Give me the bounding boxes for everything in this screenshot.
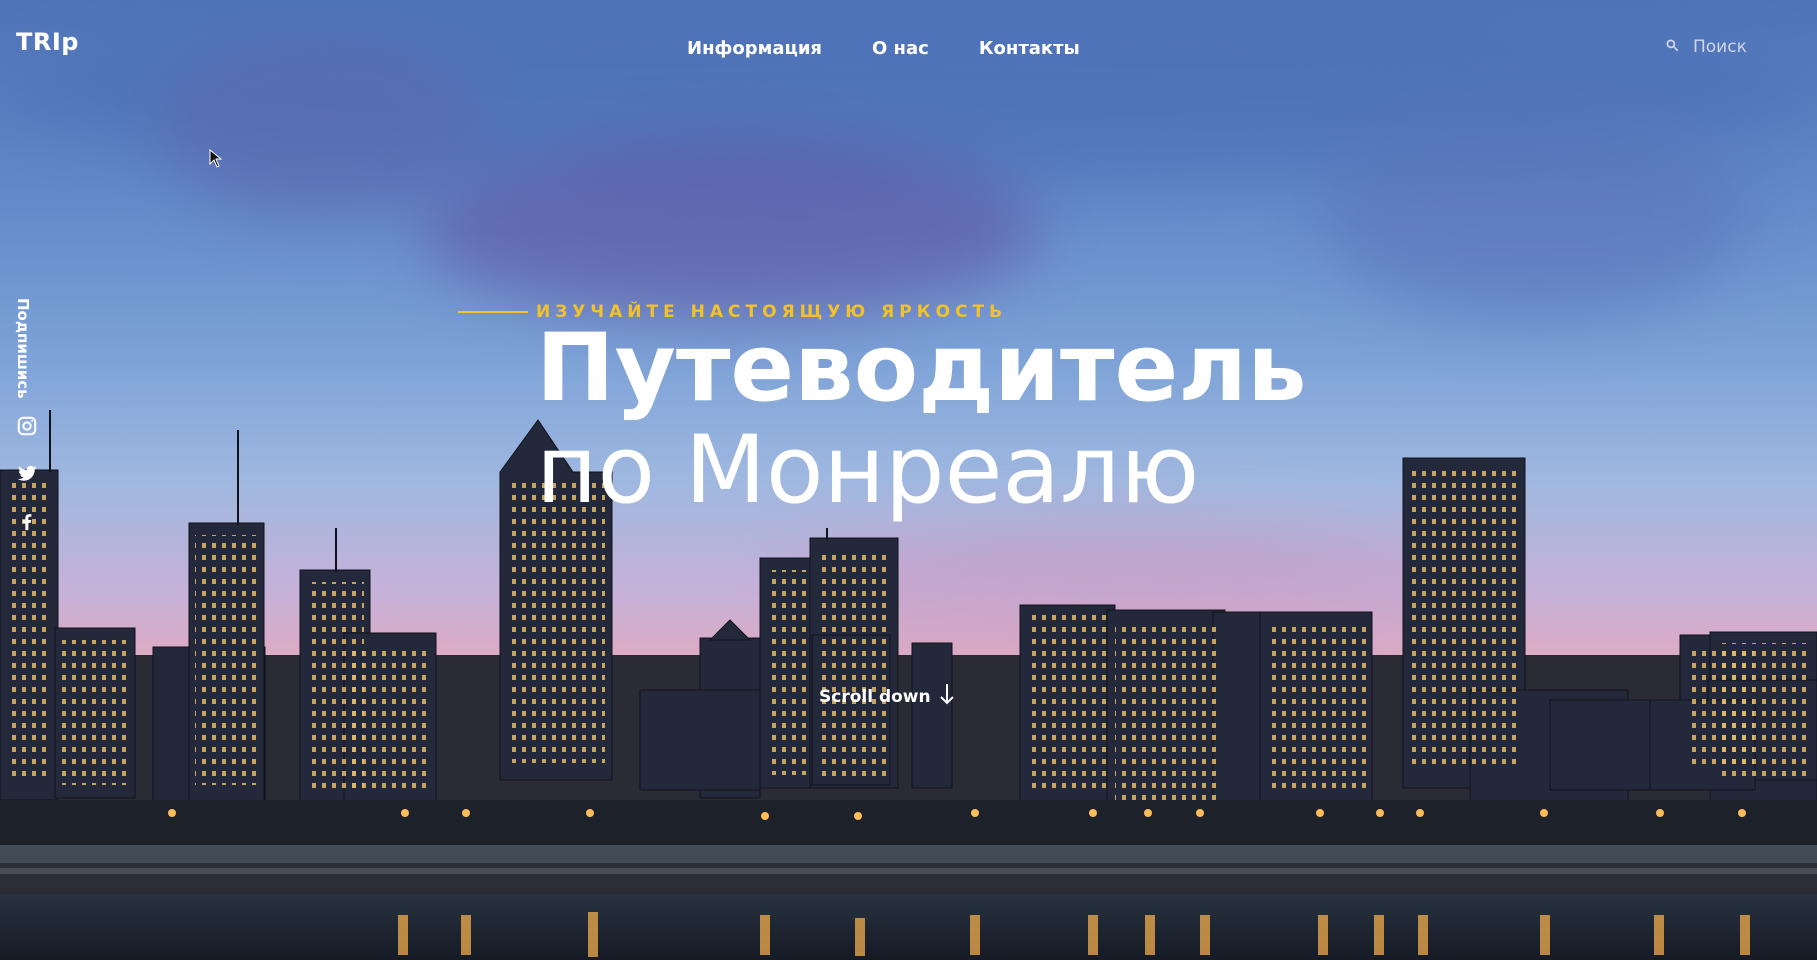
hero-title-line1: Путеводитель	[536, 314, 1307, 423]
twitter-icon[interactable]	[16, 462, 38, 484]
top-navigation-bar: TRIp Информация О нас Контакты	[0, 0, 1817, 100]
hero-title-line2: по Монреалю	[536, 416, 1200, 525]
subscribe-label: Подпишись	[14, 298, 32, 399]
scroll-down-label: Scroll down	[819, 686, 931, 707]
mouse-cursor-icon	[209, 148, 223, 173]
search-icon[interactable]	[1665, 37, 1679, 57]
site-logo[interactable]: TRIp	[16, 28, 79, 56]
scroll-down-link[interactable]: Scroll down	[819, 683, 955, 710]
nav-contacts-link[interactable]: Контакты	[979, 38, 1080, 59]
main-nav: Информация О нас Контакты	[687, 38, 1080, 59]
facebook-icon[interactable]	[16, 510, 38, 532]
eyebrow-line	[458, 311, 528, 313]
instagram-icon[interactable]	[16, 415, 38, 437]
nav-about-link[interactable]: О нас	[872, 38, 929, 59]
search-input[interactable]	[1691, 36, 1805, 58]
nav-info-link[interactable]: Информация	[687, 38, 822, 59]
search-bar[interactable]	[1665, 36, 1805, 58]
arrow-down-icon	[939, 683, 955, 710]
